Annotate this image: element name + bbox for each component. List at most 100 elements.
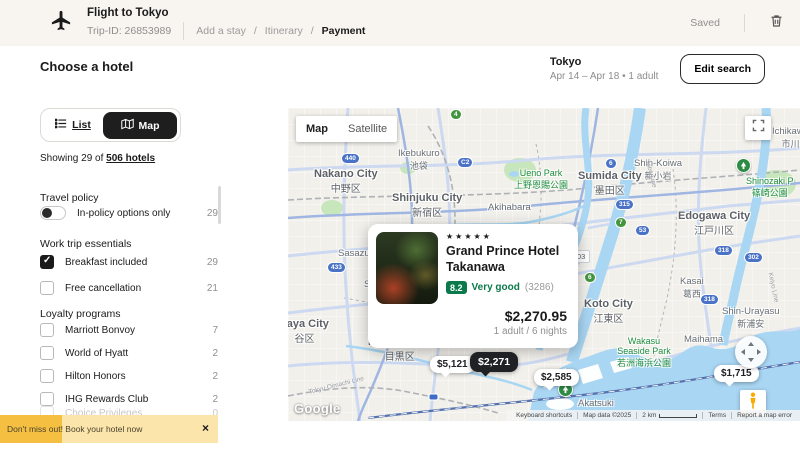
breadcrumb-separator: / [254,25,257,37]
hotel-card[interactable]: ★★★★★ Grand Prince Hotel Takanawa 8.2 Ve… [368,224,578,348]
map-label-koto-city: Koto City江東区 [584,298,633,325]
breakfast-included-label: Breakfast included [65,257,147,268]
map-type-control: Map Satellite [296,116,397,142]
breadcrumb-add-a-stay[interactable]: Add a stay [196,25,246,37]
free-cancellation-label: Free cancellation [65,283,141,294]
route-shield: 315 [616,200,633,209]
page-title: Choose a hotel [40,59,133,74]
hyatt-checkbox[interactable] [40,346,54,360]
park-marker[interactable] [736,158,751,173]
hyatt-label: World of Hyatt [65,348,128,359]
trip-header-left: Flight to Tokyo Trip-ID: 26853989 Add a … [50,7,365,40]
marriott-checkbox[interactable] [40,323,54,337]
filter-row-marriott: Marriott Bonvoy 7 [40,322,218,338]
ihg-count: 2 [212,394,218,405]
map-label-akihabara: Akihabara [488,202,531,213]
map-label-setagaya-city: gaya City谷区 [288,318,329,345]
route-shield: 4 [451,110,461,119]
map-data-credit: Map data ©2025 [577,412,636,419]
trash-icon [769,13,784,34]
map-label-kasai: Kasai葛西 [680,276,704,300]
map-scale: 2 km [636,412,702,419]
price-marker-selected[interactable]: $2,271 [470,352,518,372]
work-trip-title: Work trip essentials [40,238,131,250]
destination-name: Tokyo [550,56,659,68]
terms-link[interactable]: Terms [702,412,731,419]
map-label-ikebukuro: Ikebukuro池袋 [398,148,440,172]
hotel-price-caption: 1 adult / 6 nights [494,326,567,337]
hilton-checkbox[interactable] [40,369,54,383]
route-shield: 7 [616,218,626,227]
map-label-maihama: Maihama [684,334,723,345]
rating-label: Very good [472,282,520,293]
keyboard-shortcuts-link[interactable]: Keyboard shortcuts [511,412,577,419]
breadcrumb-itinerary[interactable]: Itinerary [265,25,303,37]
sidebar-scrollbar[interactable] [218,186,221,224]
map-label-ueno-park: Ueno Park上野恩賜公園 [514,168,568,191]
map-label-ichikawa: Ichikawa市川 [772,126,800,150]
filter-row-breakfast: Breakfast included 29 [40,254,218,270]
map-label-shin-koiwa: Shin-Koiwa新小岩 [634,158,682,182]
review-count: (3286) [525,282,554,293]
trip-titles: Flight to Tokyo Trip-ID: 26853989 Add a … [87,7,365,40]
rating-score-badge: 8.2 [446,281,467,294]
promo-banner-text: Don't miss out! Book your hotel now [7,424,142,434]
marriott-label: Marriott Bonvoy [65,325,135,336]
map-label-nakano-city: Nakano City中野区 [314,168,378,195]
filter-row-hilton: Hilton Honors 2 [40,368,218,384]
filter-row-free-cancellation: Free cancellation 21 [40,280,218,296]
pan-control[interactable] [735,336,767,368]
price-marker[interactable]: $2,585 [534,369,579,386]
view-toggle-list[interactable]: List [41,109,105,141]
map-type-map-button[interactable]: Map [296,123,338,135]
map-type-satellite-button[interactable]: Satellite [338,123,397,135]
hilton-label: Hilton Honors [65,371,126,382]
travel-policy-title: Travel policy [40,192,99,204]
hyatt-count: 2 [212,348,218,359]
filter-row-hyatt: World of Hyatt 2 [40,345,218,361]
map-icon [121,118,134,133]
results-count-link[interactable]: 506 hotels [106,153,155,164]
trip-header-right: Saved [690,0,784,46]
hotel-name: Grand Prince Hotel Takanawa [446,243,559,275]
view-toggle: List Map [40,108,181,142]
header-divider [183,22,184,40]
delete-trip-button[interactable] [769,13,784,34]
free-cancellation-checkbox[interactable] [40,281,54,295]
in-policy-toggle[interactable] [40,206,66,220]
report-map-error-link[interactable]: Report a map error [731,412,797,419]
view-toggle-map-label: Map [139,120,160,132]
in-policy-filter-row: In-policy options only 29 [40,205,218,221]
hotel-photo [376,232,438,304]
list-icon [55,118,67,132]
search-summary: Tokyo Apr 14 – Apr 18 • 1 adult Edit sea… [550,54,765,84]
fullscreen-button[interactable] [745,116,771,140]
filters-sidebar: List Map Showing 29 of 506 hotels Travel… [40,106,218,414]
in-policy-count: 29 [207,208,218,219]
view-toggle-map[interactable]: Map [103,112,177,139]
map-label-akatsuki: Akatsuki [578,398,614,409]
saved-status: Saved [690,17,720,29]
in-policy-label: In-policy options only [77,208,170,219]
edit-search-button[interactable]: Edit search [680,54,765,84]
route-shield: 6 [606,159,616,168]
view-toggle-list-label: List [72,119,91,131]
trip-header: Flight to Tokyo Trip-ID: 26853989 Add a … [0,0,800,46]
trip-id: Trip-ID: 26853989 [87,25,171,37]
ihg-checkbox[interactable] [40,392,54,406]
price-marker[interactable]: $5,121 [430,356,475,373]
breakfast-included-checkbox[interactable] [40,255,54,269]
route-shield: 53 [636,226,649,235]
toggle-knob [42,208,52,218]
fullscreen-icon [752,119,765,137]
route-shield: C2 [458,158,472,167]
header-divider [744,14,745,32]
search-dates: Apr 14 – Apr 18 • 1 adult [550,71,659,82]
close-icon[interactable]: × [202,421,209,435]
hotel-star-rating: ★★★★★ [446,232,492,241]
breadcrumb-payment[interactable]: Payment [322,25,366,37]
route-shield: 433 [328,263,345,272]
hotel-map[interactable]: Ikebukuro池袋 Nakano City中野区 Shinjuku City… [288,108,800,421]
search-destination-block: Tokyo Apr 14 – Apr 18 • 1 adult [550,56,659,82]
map-label-wakasu-seaside-park: Wakasu Seaside Park若洲海浜公園 [614,336,674,369]
